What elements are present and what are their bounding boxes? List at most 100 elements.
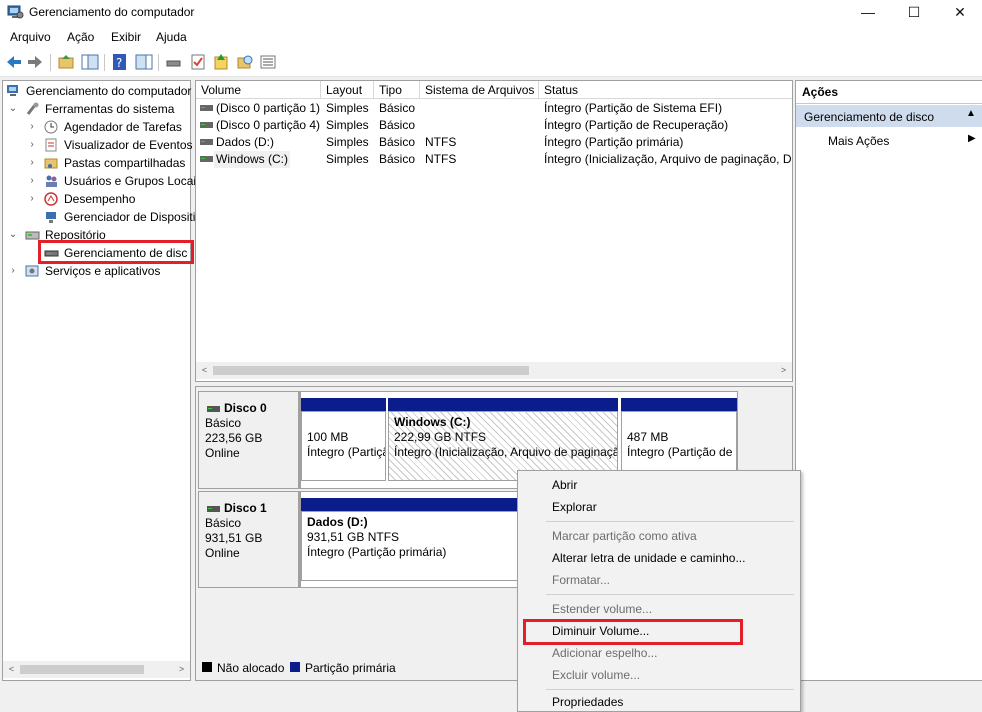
collapse-up-icon[interactable]: ▲ xyxy=(966,108,976,119)
chevron-right-icon[interactable]: › xyxy=(27,118,37,136)
volume-list-horizontal-scrollbar[interactable]: < > xyxy=(196,362,792,379)
cell-filesystem: NTFS xyxy=(425,152,457,166)
disk-size: 931,51 GB xyxy=(205,531,263,545)
scroll-thumb[interactable] xyxy=(20,665,144,674)
partition-efi[interactable]: 100 MB Íntegro (Partição xyxy=(301,398,386,481)
table-row[interactable]: Windows (C:) Simples Básico NTFS Íntegro… xyxy=(196,151,792,168)
actions-section-label: Gerenciamento de disco xyxy=(804,110,935,124)
tree-label: Desempenho xyxy=(64,192,136,206)
cell-layout: Simples xyxy=(326,135,369,149)
context-explore[interactable]: Explorar xyxy=(552,497,597,517)
close-button[interactable]: ✕ xyxy=(937,0,982,25)
cell-status: Íntegro (Partição de Sistema EFI) xyxy=(544,101,723,115)
legend-primary: Partição primária xyxy=(305,661,396,675)
tree-item-services[interactable]: › Serviços e aplicativos xyxy=(3,262,190,280)
menu-exibir[interactable]: Exibir xyxy=(111,30,141,44)
chevron-down-icon[interactable]: ⌄ xyxy=(8,100,18,118)
context-change-letter[interactable]: Alterar letra de unidade e caminho... xyxy=(552,548,745,568)
chevron-right-icon[interactable]: › xyxy=(27,136,37,154)
system-tools-icon xyxy=(26,102,39,115)
tree-label: Usuários e Grupos Locais xyxy=(64,174,203,188)
help-icon[interactable]: ? xyxy=(111,53,129,71)
toolbar-separator xyxy=(50,54,51,71)
partition-status: Íntegro (Partição de xyxy=(627,445,733,459)
cell-layout: Simples xyxy=(326,152,369,166)
column-header-status[interactable]: Status xyxy=(539,81,792,99)
scroll-left-icon[interactable]: < xyxy=(196,362,213,379)
tree-item-system-tools[interactable]: ⌄ Ferramentas do sistema xyxy=(3,100,190,118)
disk-drive-icon xyxy=(207,406,220,412)
context-delete[interactable]: Excluir volume... xyxy=(552,665,640,685)
tree-item-task-scheduler[interactable]: › Agendador de Tarefas xyxy=(3,118,190,136)
column-header-type[interactable]: Tipo xyxy=(374,81,420,99)
partition-size: 487 MB xyxy=(627,430,669,444)
menu-ajuda[interactable]: Ajuda xyxy=(156,30,187,44)
show-hide-action-pane-icon[interactable] xyxy=(135,53,153,71)
partition-bar xyxy=(301,398,386,411)
minimize-button[interactable]: — xyxy=(845,0,891,25)
tree-item-root[interactable]: Gerenciamento do computador (Local) xyxy=(3,82,231,100)
chevron-right-icon[interactable]: › xyxy=(27,154,37,172)
cell-status: Íntegro (Inicialização, Arquivo de pagin… xyxy=(544,152,792,166)
menu-acao[interactable]: Ação xyxy=(67,30,94,44)
table-row[interactable]: Dados (D:) Simples Básico NTFS Íntegro (… xyxy=(196,134,792,151)
back-arrow-icon[interactable] xyxy=(5,53,23,71)
partition-title: Windows (C:) xyxy=(394,415,471,429)
disk-type: Básico xyxy=(205,416,242,430)
actions-section-disk-management[interactable]: Gerenciamento de disco ▲ xyxy=(796,105,982,127)
disk-drive-icon xyxy=(207,506,220,512)
column-header-volume[interactable]: Volume xyxy=(196,81,321,99)
connect-drive-icon[interactable] xyxy=(165,53,183,71)
tree-label: Agendador de Tarefas xyxy=(64,120,182,134)
context-mark-active[interactable]: Marcar partição como ativa xyxy=(552,526,697,546)
scroll-right-icon[interactable]: > xyxy=(775,362,792,379)
table-row[interactable]: (Disco 0 partição 1) Simples Básico Ínte… xyxy=(196,100,792,117)
disk-1-label[interactable]: Disco 1 Básico 931,51 GB Online xyxy=(198,491,300,588)
context-format[interactable]: Formatar... xyxy=(552,570,610,590)
forward-arrow-icon[interactable] xyxy=(26,53,44,71)
toolbar-separator xyxy=(104,54,105,71)
column-header-filesystem[interactable]: Sistema de Arquivos xyxy=(420,81,539,99)
services-icon xyxy=(25,265,39,277)
chevron-right-icon[interactable]: › xyxy=(27,190,37,208)
cell-layout: Simples xyxy=(326,118,369,132)
up-arrow-document-icon[interactable] xyxy=(212,53,230,71)
chevron-down-icon[interactable]: ⌄ xyxy=(8,226,18,244)
maximize-button[interactable]: ☐ xyxy=(891,0,937,25)
users-icon xyxy=(46,175,57,187)
menu-arquivo[interactable]: Arquivo xyxy=(10,30,51,44)
show-hide-tree-icon[interactable] xyxy=(81,53,99,71)
disk-0-label[interactable]: Disco 0 Básico 223,56 GB Online xyxy=(198,391,300,489)
scroll-thumb[interactable] xyxy=(213,366,529,375)
chevron-right-icon[interactable]: › xyxy=(27,172,37,190)
disk-name: Disco 1 xyxy=(224,501,267,515)
checklist-icon[interactable] xyxy=(189,53,207,71)
partition-bar xyxy=(388,398,618,411)
tree-item-event-viewer[interactable]: › Visualizador de Eventos xyxy=(3,136,192,154)
window-title: Gerenciamento do computador xyxy=(29,5,195,19)
partition-recovery[interactable]: 487 MB Íntegro (Partição de xyxy=(621,398,737,481)
context-add-mirror[interactable]: Adicionar espelho... xyxy=(552,643,657,663)
column-header-layout[interactable]: Layout xyxy=(321,81,374,99)
cell-filesystem: NTFS xyxy=(425,135,457,149)
tree-item-device-manager[interactable]: Gerenciador de Dispositivos xyxy=(3,208,214,226)
tree-item-shared-folders[interactable]: › Pastas compartilhadas xyxy=(3,154,190,172)
actions-more[interactable]: Mais Ações ▶ xyxy=(796,130,982,150)
up-folder-icon[interactable] xyxy=(57,53,75,71)
scroll-right-icon[interactable]: > xyxy=(173,661,190,678)
context-menu: Abrir Explorar Marcar partição como ativ… xyxy=(517,470,801,712)
tree-horizontal-scrollbar[interactable]: < > xyxy=(3,661,190,678)
partition-windows-c[interactable]: Windows (C:) 222,99 GB NTFS Íntegro (Ini… xyxy=(388,398,618,481)
context-open[interactable]: Abrir xyxy=(552,475,577,495)
disk-name: Disco 0 xyxy=(224,401,267,415)
context-properties[interactable]: Propriedades xyxy=(552,692,623,712)
chevron-right-icon[interactable]: › xyxy=(8,262,18,280)
scroll-left-icon[interactable]: < xyxy=(3,661,20,678)
tree-item-performance[interactable]: › Desempenho xyxy=(3,190,190,208)
context-extend[interactable]: Estender volume... xyxy=(552,599,652,619)
search-folder-icon[interactable] xyxy=(236,53,254,71)
tree-item-users-groups[interactable]: › Usuários e Grupos Locais xyxy=(3,172,202,190)
properties-list-icon[interactable] xyxy=(259,53,277,71)
table-row[interactable]: (Disco 0 partição 4) Simples Básico Ínte… xyxy=(196,117,792,134)
legend-unallocated: Não alocado xyxy=(217,661,285,675)
